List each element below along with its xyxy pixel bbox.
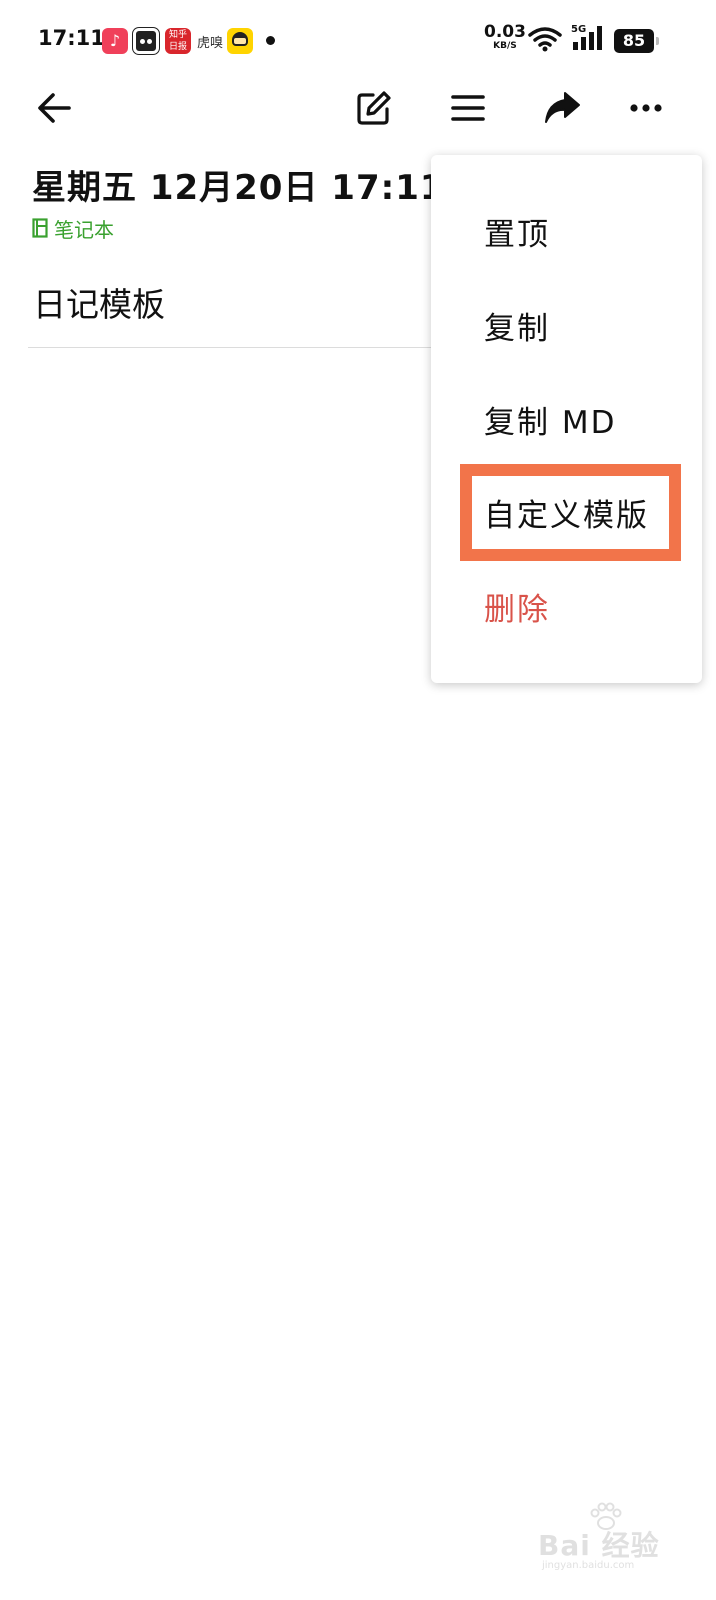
outline-button[interactable] [440, 80, 496, 136]
notebook-icon [32, 218, 48, 238]
more-notifications-dot-icon [266, 36, 275, 45]
notebook-link[interactable]: 笔记本 [32, 214, 114, 242]
network-speed-unit: KB/S [493, 41, 517, 51]
music-app-icon: ♪ [102, 28, 128, 54]
battery-icon: 85 [614, 29, 659, 53]
cartoon-app-icon [227, 28, 253, 54]
back-arrow-icon [38, 93, 71, 123]
share-button[interactable] [534, 80, 590, 136]
divider [28, 347, 438, 348]
watermark-logo: Bai 经验 [538, 1529, 660, 1562]
menu-item-pin[interactable]: 置顶 [431, 196, 702, 266]
note-title: 星期五 12月20日 17:11 [32, 168, 442, 208]
network-speed: 0.03 KB/S [484, 24, 526, 51]
edit-icon [357, 91, 391, 125]
note-body[interactable]: 日记模板 [33, 278, 165, 326]
network-speed-value: 0.03 [484, 22, 526, 42]
share-icon [545, 92, 580, 123]
baidu-jingyan-watermark: Bai 经验 jingyan.baidu.com [538, 1502, 678, 1572]
cellular-signal-icon: 5G [571, 24, 607, 52]
menu-item-copy[interactable]: 复制 [431, 290, 702, 360]
status-time: 17:11 [38, 26, 105, 50]
wifi-icon [528, 27, 562, 52]
news-app-icon: 知乎 日报 [165, 28, 191, 54]
edit-button[interactable] [346, 80, 402, 136]
more-icon [630, 104, 662, 112]
menu-item-custom-template[interactable]: 自定义模版 [431, 477, 702, 547]
more-options-menu: 置顶 复制 复制 MD 自定义模版 删除 [431, 155, 702, 683]
notebook-label: 笔记本 [54, 217, 114, 242]
menu-item-copy-md[interactable]: 复制 MD [431, 384, 702, 454]
more-button[interactable] [618, 80, 674, 136]
back-button[interactable] [26, 80, 82, 136]
menu-item-delete[interactable]: 删除 [431, 571, 702, 641]
status-bar: 17:11 ♪ 知乎 日报 虎嗅 0.03 KB/S 5G 85 [0, 0, 716, 80]
menu-lines-icon [451, 95, 485, 121]
panda-app-icon [133, 28, 159, 54]
huxiu-app-icon: 虎嗅 [197, 36, 224, 51]
watermark-site: jingyan.baidu.com [542, 1560, 635, 1571]
